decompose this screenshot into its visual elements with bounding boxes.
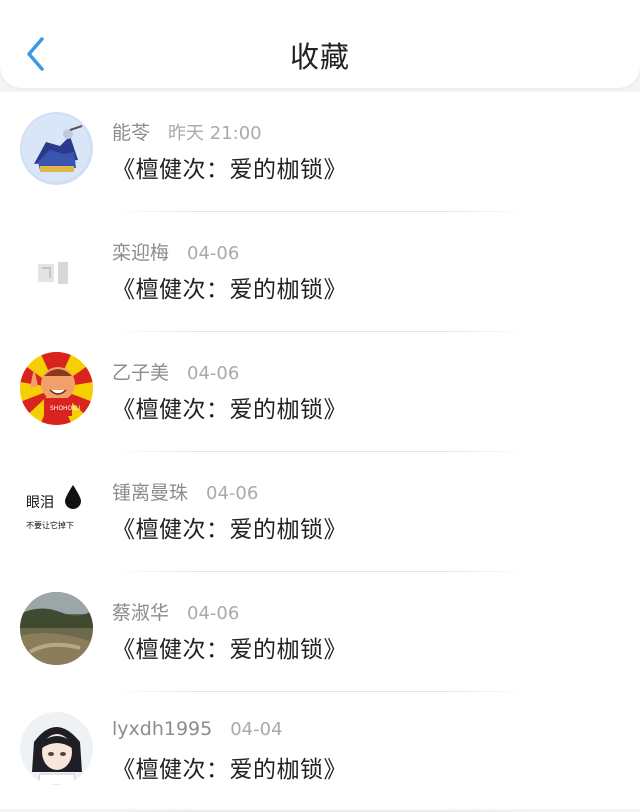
list-item[interactable]: 栾迎梅 04-06 《檀健次：爱的枷锁》 [0,212,640,332]
favorite-title[interactable]: 《檀健次：爱的枷锁》 [112,630,347,664]
avatar[interactable] [20,592,93,665]
favorite-title[interactable]: 《檀健次：爱的枷锁》 [112,150,347,184]
timestamp: 04-06 [187,243,240,264]
user-name: 锺离曼珠 [112,482,189,504]
avatar-text-line2: 不要让它掉下 [26,521,74,530]
avatar[interactable] [20,232,93,305]
user-name: 乙子美 [112,362,170,384]
favorites-list: 能苓 昨天 21:00 《檀健次：爱的枷锁》 栾迎梅 04-06 《檀健次：爱的… [0,92,640,812]
avatar[interactable] [20,112,93,185]
timestamp: 04-06 [187,363,240,384]
favorite-title[interactable]: 《檀健次：爱的枷锁》 [112,390,347,424]
page-title: 收藏 [289,40,350,74]
list-item[interactable]: SHOHOKU 乙子美 04-06 《檀健次：爱的枷锁》 [0,332,640,452]
user-name: 蔡淑华 [112,602,170,624]
avatar[interactable]: SHOHOKU [20,352,93,425]
avatar-text-line1: 眼泪 [26,495,54,511]
favorite-title[interactable]: 《檀健次：爱的枷锁》 [112,510,347,544]
list-item[interactable]: lyxdh1995 04-04 《檀健次：爱的枷锁》 [0,692,640,812]
svg-text:SHOHOKU: SHOHOKU [50,405,80,412]
list-item[interactable]: 眼泪 不要让它掉下 锺离曼珠 04-06 《檀健次：爱的枷锁》 [0,452,640,572]
favorite-title[interactable]: 《檀健次：爱的枷锁》 [112,270,347,304]
timestamp: 04-06 [187,603,240,624]
avatar[interactable] [20,712,93,785]
timestamp: 昨天 21:00 [168,123,262,144]
user-name: lyxdh1995 [112,718,213,740]
list-item[interactable]: 能苓 昨天 21:00 《檀健次：爱的枷锁》 [0,92,640,212]
top-bar: 收藏 [0,0,640,88]
favorite-title[interactable]: 《檀健次：爱的枷锁》 [112,750,347,784]
avatar[interactable]: 眼泪 不要让它掉下 [20,472,93,545]
timestamp: 04-04 [230,719,283,740]
user-name: 能苓 [112,122,151,144]
user-name: 栾迎梅 [112,242,170,264]
teardrop-icon [65,485,81,509]
list-item[interactable]: 蔡淑华 04-06 《檀健次：爱的枷锁》 [0,572,640,692]
timestamp: 04-06 [206,483,259,504]
